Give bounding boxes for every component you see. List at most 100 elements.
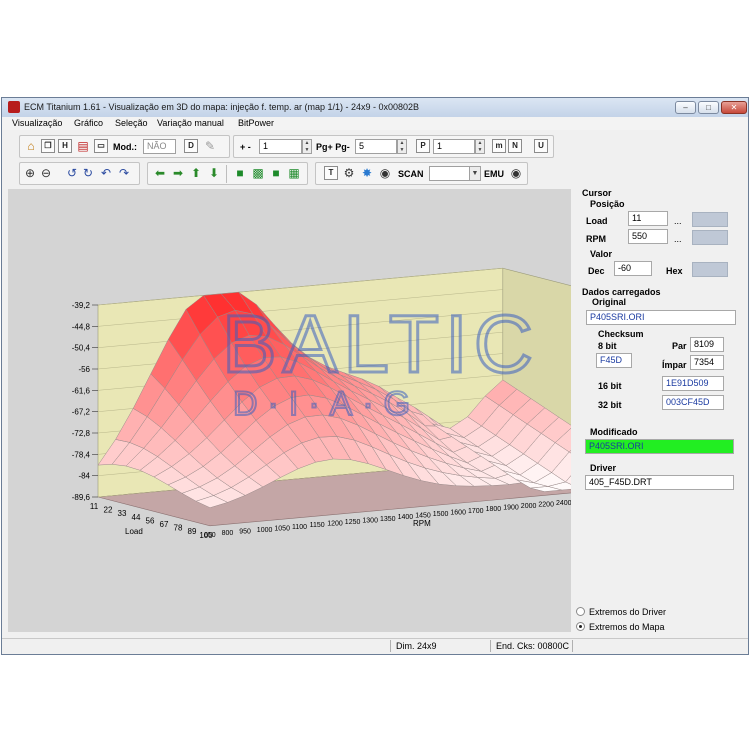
app-icon [8,101,20,113]
step-field[interactable]: 1 [259,139,302,154]
target-icon[interactable]: ◉ [377,165,393,181]
menu-grafico[interactable]: Gráfico [74,118,103,128]
status-dim: Dim. 24x9 [396,641,437,651]
y-tick-label: 950 [239,529,251,536]
redo-icon[interactable]: ↷ [116,165,132,181]
menu-bar: Visualização Gráfico Seleção Variação ma… [2,117,748,130]
rotate-left-icon[interactable]: ↺ [64,165,80,181]
x-tick-label: 89 [188,527,197,536]
mod-field[interactable]: NÃO [143,139,176,154]
bars-icon[interactable]: ▦ [286,165,302,181]
p-button[interactable]: P [416,139,430,153]
n-button[interactable]: N [508,139,522,153]
original-field[interactable]: P405SRI.ORI [586,310,736,325]
hex-field [692,262,728,277]
status-divider [490,640,491,652]
extremos-driver-radio[interactable] [576,607,585,616]
x-tick-label: 33 [118,509,127,518]
x-tick-label: 44 [132,513,141,522]
plusminus-label: + - [240,142,251,152]
info-panel: Cursor Posição Load 11 ... RPM 550 ... V… [576,186,748,632]
bit8-field[interactable]: F45D [596,353,632,368]
window-title: ECM Titanium 1.61 - Visualização em 3D d… [24,102,420,112]
arrow-down-icon[interactable]: ⬇ [206,165,222,181]
chevron-down-icon[interactable]: ▼ [469,166,481,181]
load-ellipsis[interactable]: ... [674,216,682,226]
pg-field[interactable]: 5 [355,139,397,154]
menu-visualizacao[interactable]: Visualização [12,118,62,128]
maximize-button[interactable]: □ [698,101,719,114]
z-tick-label: -84 [78,472,90,481]
bit32-field[interactable]: 003CF45D [662,395,724,410]
dec-field[interactable]: -60 [614,261,652,276]
modificado-field[interactable]: P405SRI.ORI [585,439,734,454]
status-bar: Dim. 24x9 End. Cks: 00800C [2,638,748,654]
y-tick-label: 1500 [433,511,449,518]
t-button[interactable]: T [324,166,338,180]
bit16-label: 16 bit [598,381,622,391]
select-block-icon[interactable]: ■ [232,165,248,181]
status-end-cks: End. Cks: 00800C [496,641,570,651]
arrow-left-icon[interactable]: ⬅ [152,165,168,181]
window-icon[interactable]: ▭ [94,139,108,153]
d-button[interactable]: D [184,139,198,153]
zoom-out-icon[interactable]: ⊖ [38,165,54,181]
impar-label: Ímpar [662,360,687,370]
menu-bitpower[interactable]: BitPower [238,118,274,128]
m-button[interactable]: m [492,139,506,153]
home-icon[interactable]: ⌂ [23,138,39,154]
bug-icon[interactable]: ⚙ [341,165,357,181]
menu-selecao[interactable]: Seleção [115,118,148,128]
z-tick-label: -56 [78,365,90,374]
chart-icon[interactable]: ▤ [75,138,91,154]
zoom-in-icon[interactable]: ⊕ [22,165,38,181]
x-tick-label: 56 [146,516,155,525]
extremos-mapa-radio[interactable] [576,622,585,631]
hex-view-icon[interactable]: H [58,139,72,153]
u-button[interactable]: U [534,139,548,153]
tools-toolbar: T ⚙ ✸ ◉ SCAN ▼ EMU ◉ [315,162,528,185]
arrow-up-icon[interactable]: ⬆ [188,165,204,181]
par-field[interactable]: 8109 [690,337,724,352]
load-field[interactable]: 11 [628,211,668,226]
map-3d-view[interactable]: -39,2 -44,8 -50,4 -56 -61,6 -67,2 -72,8 -78,4 -8… [8,189,571,632]
z-tick-label: -61,6 [72,386,91,395]
rpm-ellipsis[interactable]: ... [674,234,682,244]
extremos-driver-label[interactable]: Extremos do Driver [589,607,666,617]
rotate-right-icon[interactable]: ↻ [80,165,96,181]
undo-icon[interactable]: ↶ [98,165,114,181]
impar-field[interactable]: 7354 [690,355,724,370]
bit32-label: 32 bit [598,400,622,410]
rpm-field[interactable]: 550 [628,229,668,244]
minimize-button[interactable]: – [675,101,696,114]
p-field[interactable]: 1 [433,139,475,154]
dec-label: Dec [588,266,605,276]
posicao-title: Posição [590,199,625,209]
checksum-title: Checksum [598,329,644,339]
fill-block-icon[interactable]: ■ [268,165,284,181]
menu-variacao-manual[interactable]: Variação manual [157,118,224,128]
status-divider [572,640,573,652]
driver-field[interactable]: 405_F45D.DRT [585,475,734,490]
brush-icon[interactable]: ✎ [202,138,218,154]
separator [226,165,227,183]
z-tick-label: -39,2 [72,301,91,310]
watermark-baltic: BALTIC [222,299,539,390]
person-icon[interactable]: ✸ [359,165,375,181]
select-range-icon[interactable]: ▩ [250,165,266,181]
copy-icon[interactable]: ❐ [41,139,55,153]
extremos-mapa-label[interactable]: Extremos do Mapa [589,622,665,632]
bit16-field[interactable]: 1E91D509 [662,376,724,391]
step-spinner[interactable]: ▲ ▼ [302,139,312,154]
mod-label: Mod.: [113,142,137,152]
pg-spinner[interactable]: ▲ ▼ [397,139,407,154]
bit8-label: 8 bit [598,341,617,351]
main-window: ECM Titanium 1.61 - Visualização em 3D d… [1,97,749,655]
close-button[interactable]: ✕ [721,101,747,114]
emu-target-icon[interactable]: ◉ [508,165,524,181]
arrow-right-icon[interactable]: ➡ [170,165,186,181]
emu-label: EMU [484,169,504,179]
z-tick-label: -89,6 [72,493,91,502]
p-spinner[interactable]: ▲ ▼ [475,139,485,154]
watermark-diag: D·I·A·G [233,385,420,423]
